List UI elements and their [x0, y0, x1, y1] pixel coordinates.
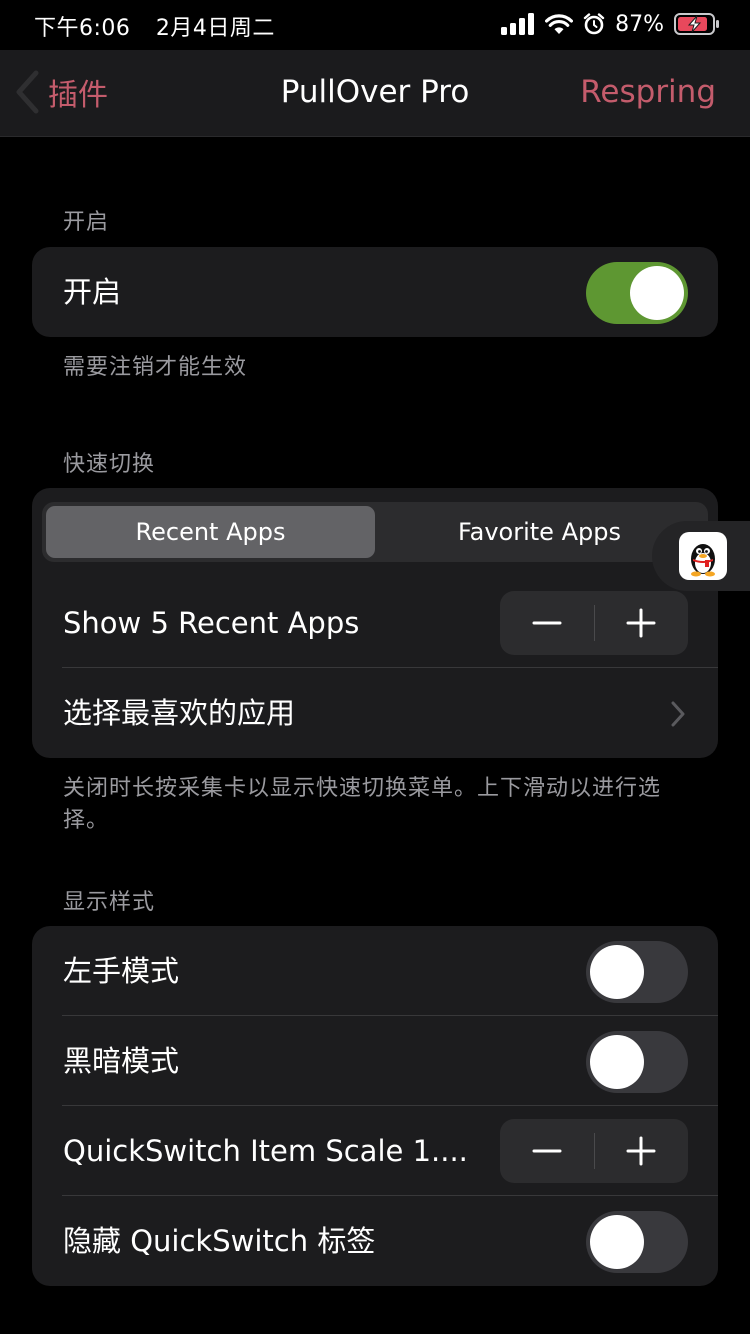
toggle-knob — [590, 945, 644, 999]
dark-mode-label: 黑暗模式 — [63, 1044, 180, 1078]
plus-icon — [626, 608, 656, 638]
section-header-quick-switch: 快速切换 — [63, 452, 156, 477]
decrement-button[interactable] — [500, 1119, 594, 1183]
floating-app-bubble[interactable] — [652, 521, 750, 591]
section-footer-enable: 需要注销才能生效 — [63, 355, 248, 380]
settings-screen: 下午6:06 2月4日周二 87% 插件 PullOver Pro Respri… — [0, 0, 750, 1334]
plus-icon — [626, 1136, 656, 1166]
row-enable: 开启 — [32, 247, 718, 337]
status-time-date: 下午6:06 2月4日周二 — [34, 10, 275, 42]
row-favorites[interactable]: 选择最喜欢的应用 — [32, 668, 718, 758]
left-hand-toggle[interactable] — [586, 941, 688, 1003]
segment-recent-apps[interactable]: Recent Apps — [46, 506, 375, 558]
row-segmented: Recent Apps Favorite Apps — [32, 488, 718, 578]
group-display: 左手模式 黑暗模式 QuickSwitch Item Scale 1.... 隐… — [32, 926, 718, 1286]
alarm-icon — [583, 13, 605, 35]
decrement-button[interactable] — [500, 591, 594, 655]
section-header-enable: 开启 — [63, 210, 110, 235]
status-date: 2月4日周二 — [155, 16, 275, 41]
toggle-knob — [630, 266, 684, 320]
status-time: 下午6:06 — [34, 16, 131, 41]
enable-label: 开启 — [63, 275, 122, 309]
row-left-hand: 左手模式 — [32, 926, 718, 1016]
respring-button[interactable]: Respring — [580, 74, 716, 110]
left-hand-label: 左手模式 — [63, 954, 180, 988]
section-header-display: 显示样式 — [63, 890, 156, 915]
recent-count-stepper — [500, 591, 688, 655]
section-footer-quick-switch: 关闭时长按采集卡以显示快速切换菜单。上下滑动以进行选择。 — [63, 776, 662, 833]
recent-count-label: Show 5 Recent Apps — [63, 606, 360, 640]
row-hide-labels: 隐藏 QuickSwitch 标签 — [32, 1196, 718, 1286]
increment-button[interactable] — [595, 591, 689, 655]
minus-icon — [532, 1149, 562, 1153]
chevron-right-icon — [671, 701, 685, 727]
status-bar: 下午6:06 2月4日周二 87% — [0, 0, 750, 50]
row-item-scale: QuickSwitch Item Scale 1.... — [32, 1106, 718, 1196]
toggle-knob — [590, 1035, 644, 1089]
row-recent-count: Show 5 Recent Apps — [32, 578, 718, 668]
enable-toggle[interactable] — [586, 262, 688, 324]
row-dark-mode: 黑暗模式 — [32, 1016, 718, 1106]
item-scale-label: QuickSwitch Item Scale 1.... — [63, 1134, 468, 1168]
group-quick-switch: Recent Apps Favorite Apps Show 5 Recent … — [32, 488, 718, 758]
wifi-icon — [545, 14, 574, 34]
battery-percent: 87% — [615, 11, 664, 37]
hide-labels-toggle[interactable] — [586, 1211, 688, 1273]
minus-icon — [532, 621, 562, 625]
item-scale-stepper — [500, 1119, 688, 1183]
battery-charging-icon — [674, 13, 719, 35]
navigation-bar: 插件 PullOver Pro Respring — [0, 50, 750, 137]
signal-icon — [501, 13, 535, 35]
increment-button[interactable] — [595, 1119, 689, 1183]
group-enable: 开启 — [32, 247, 718, 337]
toggle-knob — [590, 1215, 644, 1269]
apps-segmented-control: Recent Apps Favorite Apps — [42, 502, 708, 562]
status-indicators: 87% — [501, 9, 720, 39]
qq-penguin-icon — [679, 532, 727, 580]
hide-labels-label: 隐藏 QuickSwitch 标签 — [63, 1224, 376, 1258]
dark-mode-toggle[interactable] — [586, 1031, 688, 1093]
favorites-label: 选择最喜欢的应用 — [63, 696, 296, 730]
